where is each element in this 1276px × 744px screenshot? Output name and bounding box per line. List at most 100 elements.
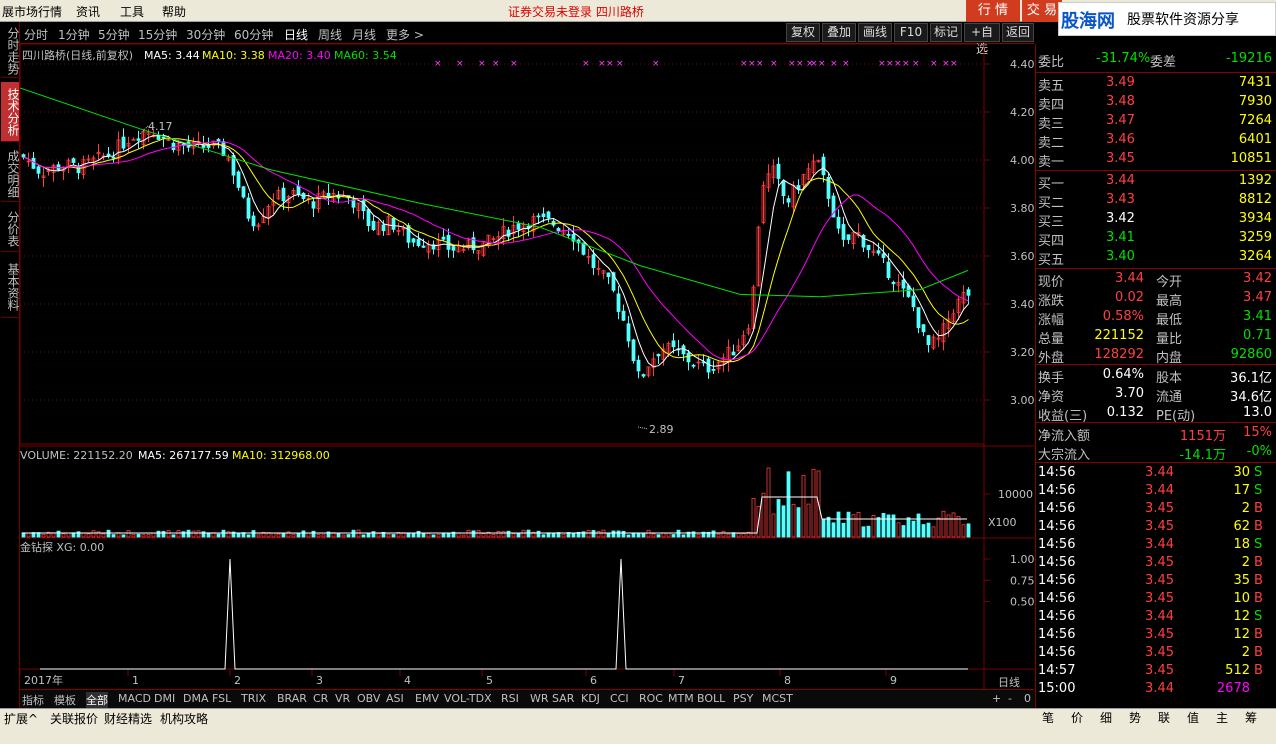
draw-line-button[interactable]: 画线 [858,23,892,42]
quote-tab-4[interactable]: 联 [1158,709,1170,726]
tab-expand[interactable]: 扩展^ [4,710,38,727]
tab-technical[interactable]: 技术分析 [1,82,20,142]
candle-body [731,351,736,356]
volume-bar [366,532,371,538]
tab-intraday[interactable]: 分时走势 [1,24,20,78]
period-30min[interactable]: 30分钟 [186,26,225,43]
zoom-out-button[interactable]: - [1008,692,1012,705]
quote-tab-0[interactable]: 笔 [1042,709,1054,726]
trade-button[interactable]: 交 易 [1022,0,1062,22]
candle-body [711,369,716,371]
indicator-tab-macd[interactable]: MACD [118,692,151,705]
indicator-tab-asi[interactable]: ASI [386,692,404,705]
date-axis-label: 5 [486,674,493,687]
tab-price-table[interactable]: 分价表 [1,206,20,252]
indicator-tab-trix[interactable]: TRIX [241,692,266,705]
f10-button[interactable]: F10 [894,23,928,42]
tab-institution[interactable]: 机构攻略 [160,710,208,727]
menu-help[interactable]: 帮助 [162,3,186,20]
indicator-tab-cr[interactable]: CR [313,692,328,705]
period-15min[interactable]: 15分钟 [138,26,177,43]
volume-bar [621,530,626,538]
tab-trades[interactable]: 成交明细 [1,146,20,202]
volume-bar [91,530,96,538]
indicator-tab-dmi[interactable]: DMI [154,692,175,705]
ma5-line [23,134,969,368]
volume-bar [291,533,296,538]
indicator-tab-obv[interactable]: OBV [357,692,380,705]
quote-tab-5[interactable]: 值 [1187,709,1199,726]
volume-bar [586,530,591,538]
signal-marker: × [950,59,958,69]
candle-body [686,352,691,363]
indicator-tab-指标[interactable]: 指标 [22,692,44,708]
tab-finance[interactable]: 财经精选 [104,710,152,727]
back-button[interactable]: 返回 [1002,23,1034,42]
zoom-reset-button[interactable]: 0 [1024,692,1031,705]
indicator-tab-mtm[interactable]: MTM [668,692,694,705]
date-axis-label: 8 [784,674,791,687]
zoom-in-button[interactable]: + [992,692,1001,705]
indicator-tab-模板[interactable]: 模板 [54,692,76,708]
menu-news[interactable]: 资讯 [76,3,100,20]
period-5min[interactable]: 5分钟 [98,26,130,43]
kline-chart[interactable]: 4.40 4.20 4.00 3.80 3.60 3.40 3.20 3.00 10000 1.0… [20,44,1034,689]
quote-tab-7[interactable]: 筹 [1245,709,1257,726]
indicator-tab-brar[interactable]: BRAR [277,692,307,705]
volume-bar [281,533,286,538]
indicator-tab-kdj[interactable]: KDJ [581,692,600,705]
indicator-tab-fsl[interactable]: FSL [212,692,231,705]
period-60min[interactable]: 60分钟 [234,26,273,43]
quote-tab-6[interactable]: 主 [1216,709,1228,726]
volume-bar [636,532,641,538]
tab-related-quotes[interactable]: 关联报价 [50,710,98,727]
menu-market[interactable]: 展市场行情 [2,3,62,20]
quote-tab-3[interactable]: 势 [1129,709,1141,726]
restore-rights-button[interactable]: 复权 [786,23,820,42]
indicator-tab-roc[interactable]: ROC [639,692,663,705]
indicator-tab-vr[interactable]: VR [335,692,350,705]
overlay-button[interactable]: 叠加 [822,23,856,42]
indicator-tab-wr[interactable]: WR [530,692,549,705]
indicator-tab-vol-tdx[interactable]: VOL-TDX [444,692,492,705]
candle-body [381,224,386,232]
period-weekly[interactable]: 周线 [318,26,342,43]
quote-tab-1[interactable]: 价 [1071,709,1083,726]
indicator-tab-sar[interactable]: SAR [552,692,574,705]
volume-bar [441,533,446,538]
indicator-tab-cci[interactable]: CCI [610,692,629,705]
period-timeshare[interactable]: 分时 [24,26,48,43]
period-more[interactable]: 更多 > [386,26,424,43]
indicator-tab-emv[interactable]: EMV [415,692,439,705]
indicator-tab-rsi[interactable]: RSI [501,692,519,705]
volume-bar [156,530,161,538]
indicator-tab-psy[interactable]: PSY [733,692,753,705]
mark-button[interactable]: 标记 [930,23,962,42]
bid-row: 买五 3.40 3264 [1038,249,1272,268]
quotes-button[interactable]: 行 情 [966,0,1020,22]
candle-body [171,142,176,151]
candle-body [31,157,36,169]
signal-marker: × [616,59,624,69]
period-monthly[interactable]: 月线 [352,26,376,43]
period-daily[interactable]: 日线 [284,26,308,43]
indicator-tab-全部[interactable]: 全部 [86,692,108,708]
volume-bar [461,534,466,538]
quote-tab-2[interactable]: 细 [1100,709,1112,726]
menu-tools[interactable]: 工具 [120,3,144,20]
indicator-tab-boll[interactable]: BOLL [697,692,725,705]
volume-bar [651,533,656,538]
add-watchlist-button[interactable]: +自选 [964,23,1000,56]
period-1min[interactable]: 1分钟 [58,26,90,43]
ma20-label: MA20: 3.40 [268,49,331,62]
volume-bar [26,532,31,538]
tab-fundamentals[interactable]: 基本资料 [1,256,20,318]
volume-bar [641,532,646,538]
candle-body [966,289,971,296]
indicator-tab-mcst[interactable]: MCST [762,692,793,705]
stat-row: 总量 221152 量比 0.71 [1038,328,1272,347]
volume-bar [431,534,436,538]
indicator-tab-dma[interactable]: DMA [183,692,209,705]
candle-body [516,223,521,230]
candle-body [691,364,696,367]
